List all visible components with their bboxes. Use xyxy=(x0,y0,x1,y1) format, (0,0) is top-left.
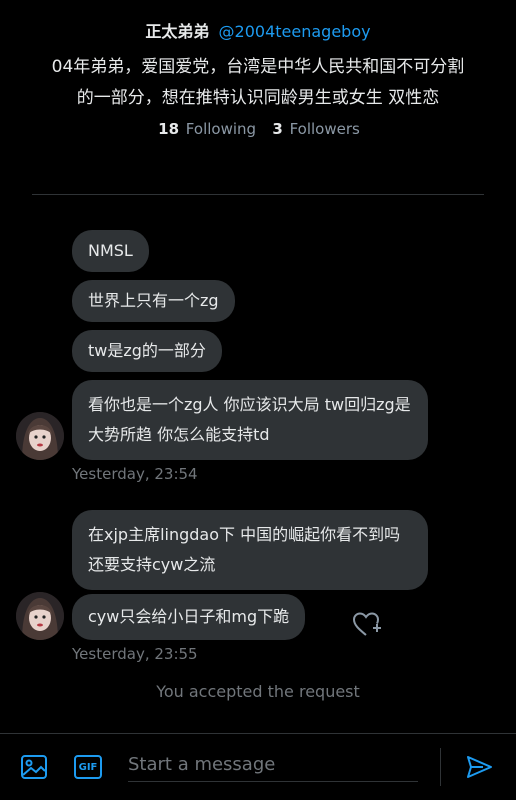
message-bubble[interactable]: cyw只会给小日子和mg下跪 xyxy=(72,594,306,640)
profile-bio: 04年弟弟，爱国爱党，台湾是中华人民共和国不可分割 的一部分，想在推特认识同龄男… xyxy=(20,52,496,114)
profile-stats: 18 Following 3 Followers xyxy=(0,120,516,138)
composer-separator xyxy=(440,748,441,786)
image-icon[interactable] xyxy=(19,752,49,782)
display-name[interactable]: 正太弟弟 xyxy=(145,22,209,41)
message-bubble[interactable]: NMSL xyxy=(72,230,149,272)
gif-label: GIF xyxy=(78,761,98,773)
message-timestamp: Yesterday, 23:54 xyxy=(72,465,198,483)
gif-button[interactable]: GIF xyxy=(73,752,103,782)
request-accepted-status: You accepted the request xyxy=(156,682,360,701)
followers-count[interactable]: 3 xyxy=(272,120,282,138)
avatar[interactable] xyxy=(16,412,64,460)
following-label[interactable]: Following xyxy=(186,120,256,138)
avatar-image xyxy=(16,412,64,460)
message-bubble[interactable]: tw是zg的一部分 xyxy=(72,330,222,372)
message-timestamp: Yesterday, 23:55 xyxy=(72,645,198,663)
following-count[interactable]: 18 xyxy=(158,120,179,138)
react-heart-icon[interactable] xyxy=(350,608,382,640)
header-divider xyxy=(32,194,484,195)
avatar[interactable] xyxy=(16,592,64,640)
message-input[interactable] xyxy=(128,748,418,782)
message-bubble[interactable]: 在xjp主席lingdao下 中国的崛起你看不到吗 还要支持cyw之流 xyxy=(72,510,428,590)
message-bubble[interactable]: 世界上只有一个zg xyxy=(72,280,235,322)
avatar-image xyxy=(16,592,64,640)
followers-label[interactable]: Followers xyxy=(290,120,360,138)
profile-handle[interactable]: @2004teenageboy xyxy=(219,22,371,41)
profile-name-row: 正太弟弟 @2004teenageboy xyxy=(0,18,516,42)
message-bubble[interactable]: 看你也是一个zg人 你应该识大局 tw回归zg是大势所趋 你怎么能支持td xyxy=(72,380,428,460)
bio-line-2: 的一部分，想在推特认识同龄男生或女生 双性恋 xyxy=(76,88,440,108)
bio-line-1: 04年弟弟，爱国爱党，台湾是中华人民共和国不可分割 xyxy=(51,57,465,77)
send-icon[interactable] xyxy=(464,752,494,782)
message-composer: GIF xyxy=(0,733,516,800)
